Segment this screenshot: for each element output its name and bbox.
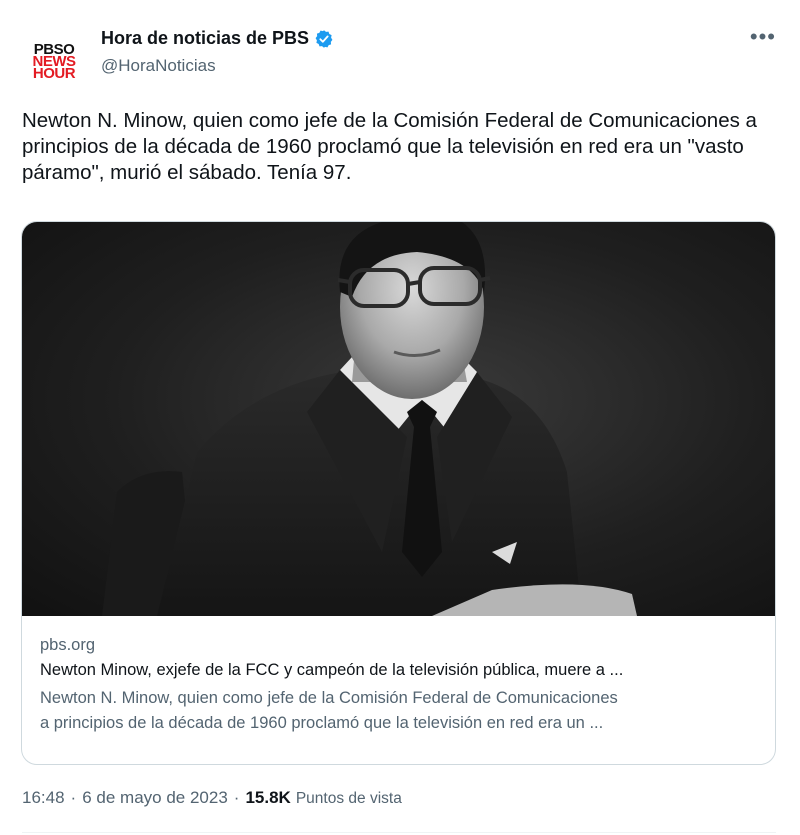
meta-separator: · bbox=[233, 788, 240, 807]
display-name[interactable]: Hora de noticias de PBS bbox=[101, 28, 309, 49]
card-title[interactable]: Newton Minow, exjefe de la FCC y campeón… bbox=[40, 661, 760, 680]
views-label: Puntos de vista bbox=[295, 790, 402, 807]
tweet-date[interactable]: 6 de mayo de 2023 bbox=[82, 788, 228, 808]
views-count[interactable]: 15.8K bbox=[245, 788, 290, 808]
tweet[interactable]: PBSO NEWS HOUR Hora de noticias de PBS @… bbox=[0, 0, 800, 835]
card-description-line-1: Newton N. Minow, quien como jefe de la C… bbox=[40, 689, 618, 707]
tweet-text: Newton N. Minow, quien como jefe de la C… bbox=[22, 109, 757, 184]
card-domain: pbs.org bbox=[40, 636, 96, 654]
card-description-line-2: a principios de la década de 1960 procla… bbox=[40, 714, 604, 732]
divider bbox=[22, 832, 776, 833]
link-preview-card[interactable]: pbs.org Newton Minow, exjefe de la FCC y… bbox=[21, 221, 776, 765]
handle[interactable]: @HoraNoticias bbox=[101, 56, 216, 76]
meta-separator: · bbox=[70, 788, 77, 807]
more-horizontal-icon: ••• bbox=[749, 24, 776, 49]
avatar[interactable]: PBSO NEWS HOUR bbox=[22, 30, 86, 94]
tweet-time[interactable]: 16:48 bbox=[22, 788, 65, 808]
avatar-logo-line-3: HOUR bbox=[32, 65, 76, 83]
more-options-button[interactable]: ••• bbox=[750, 24, 776, 50]
author-name-row: Hora de noticias de PBS bbox=[101, 28, 334, 49]
card-image[interactable] bbox=[22, 222, 775, 616]
verified-badge-icon bbox=[314, 29, 334, 49]
tweet-meta-row: 16:48 · 6 de mayo de 2023 · 15.8K Puntos… bbox=[22, 788, 402, 808]
card-photo-illustration bbox=[102, 222, 637, 616]
card-meta: pbs.org Newton Minow, exjefe de la FCC y… bbox=[40, 636, 760, 736]
